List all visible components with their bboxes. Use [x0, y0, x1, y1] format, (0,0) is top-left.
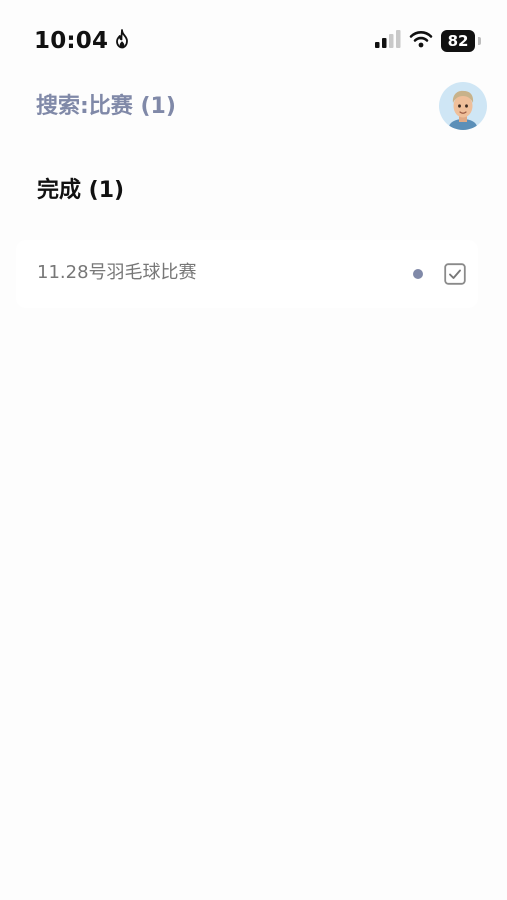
status-icons: 82	[375, 29, 481, 53]
priority-dot-icon	[413, 269, 423, 279]
wifi-icon	[409, 30, 433, 52]
task-checkbox-checked-icon[interactable]	[444, 263, 466, 285]
search-title: 搜索:比赛 (1)	[36, 94, 176, 119]
activity-flame-icon	[114, 29, 130, 53]
status-time-group: 10:04	[34, 26, 130, 56]
task-row[interactable]: 11.28号羽毛球比赛	[16, 240, 478, 308]
battery-icon: 82	[441, 30, 481, 52]
battery-cap	[478, 37, 481, 45]
memoji-avatar-icon[interactable]	[439, 82, 487, 130]
battery-level: 82	[447, 32, 469, 50]
section-title-completed: 完成 (1)	[37, 178, 125, 203]
status-time: 10:04	[34, 28, 109, 54]
task-label: 11.28号羽毛球比赛	[37, 262, 197, 283]
cellular-signal-icon	[375, 29, 401, 53]
status-bar: 10:04 82	[0, 0, 507, 80]
header: 搜索:比赛 (1)	[0, 80, 507, 140]
